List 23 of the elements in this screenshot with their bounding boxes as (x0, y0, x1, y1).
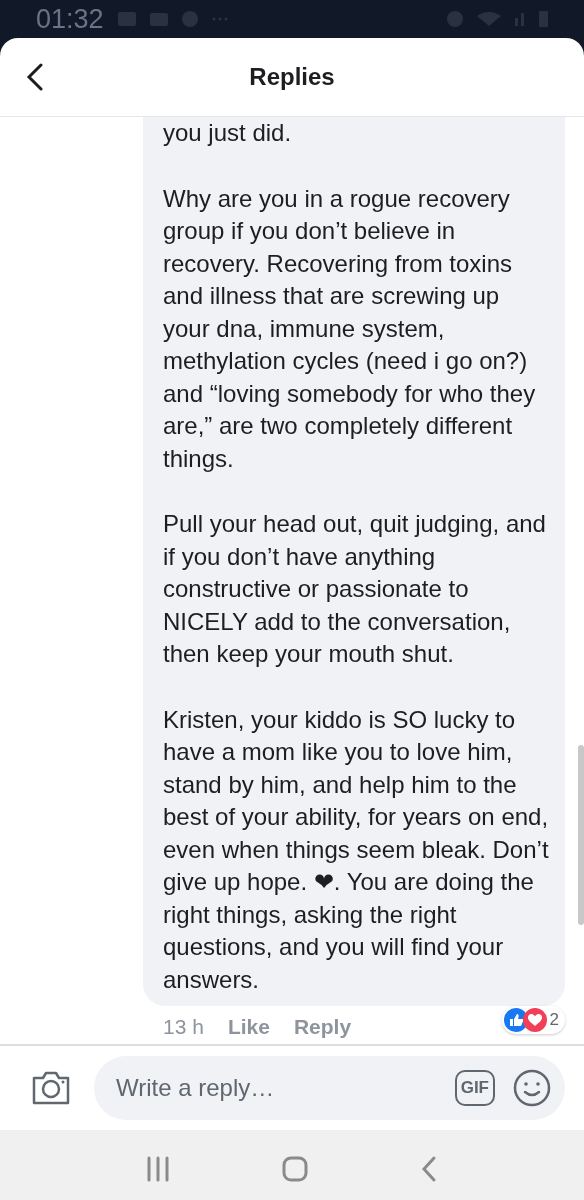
wifi-icon (477, 12, 501, 26)
comment-time: 13 h (163, 1015, 204, 1039)
comment-text: Kristen, your kiddo is SO lucky to have a mom like you to love him, stand by him, and help him to the best of your ability, for years on end, even when things seem bleak. Don’t give up hope. ❤. You are doing the right things, asking the right questions, and you will find your answers. (163, 705, 549, 993)
status-time: 01:32 (36, 3, 104, 35)
comment-text: Why are you in a rogue recovery group if you don’t believe in recovery. Recovering from toxins and illness that are screwing up your dna, immune system, methylation cycles (need i go on?) and “loving somebody for who they are,” are two completely different things. (163, 184, 536, 472)
scrollbar[interactable] (578, 745, 584, 925)
reply-input-field[interactable]: Write a reply… GIF (94, 1056, 565, 1120)
back-icon[interactable] (26, 63, 44, 91)
reactions-badge[interactable]: 2 (501, 1006, 565, 1034)
battery-icon (539, 11, 548, 27)
page-title: Replies (249, 63, 335, 91)
reaction-count: 2 (549, 1010, 559, 1030)
recent-apps-icon[interactable] (145, 1156, 171, 1182)
love-reaction-icon (522, 1008, 547, 1032)
comment-text: Pull your head out, quit judging, and if you don’t have anything constructive or passionate to NICELY add to the conversation, then keep your mouth shut. (163, 510, 546, 667)
camera-icon[interactable] (31, 1070, 71, 1106)
emoji-icon[interactable] (513, 1069, 551, 1107)
like-link[interactable]: Like (227, 1015, 270, 1039)
home-icon[interactable] (281, 1155, 309, 1183)
reply-link[interactable]: Reply (293, 1015, 352, 1039)
signal-icon (515, 12, 525, 26)
gif-button[interactable]: GIF (454, 1070, 495, 1106)
comment-text: you just did. (163, 119, 292, 146)
